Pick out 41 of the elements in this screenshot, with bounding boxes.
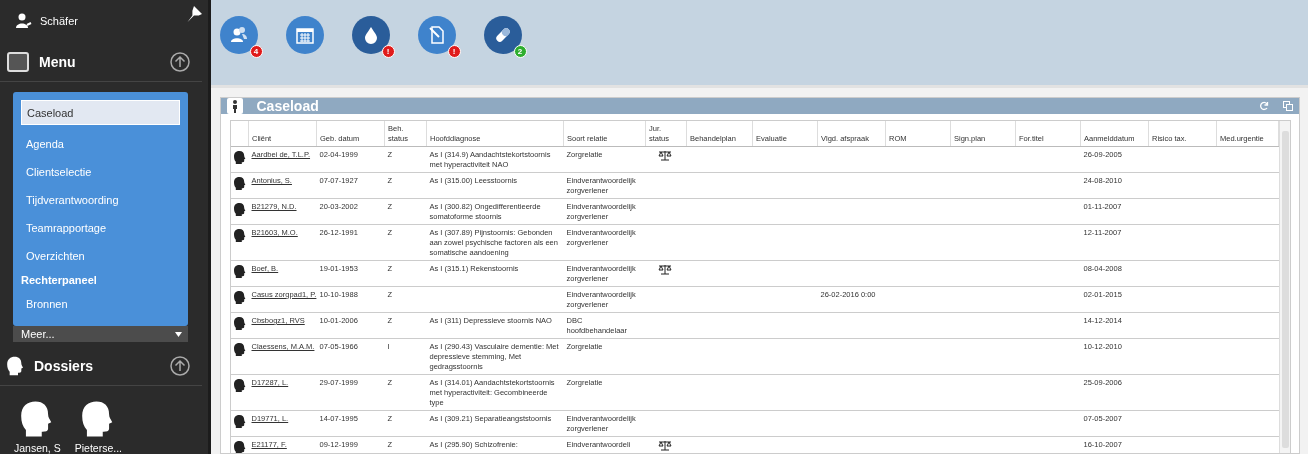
person-silhouette-icon bbox=[233, 264, 246, 279]
collapse-up-icon[interactable] bbox=[169, 355, 190, 376]
person-silhouette-icon bbox=[233, 316, 246, 331]
count-badge: ! bbox=[381, 45, 395, 58]
window-icon[interactable] bbox=[1283, 101, 1293, 111]
toolbar-button[interactable] bbox=[285, 16, 324, 54]
dossier-name[interactable]: Pieterse... bbox=[74, 442, 122, 454]
toolbar-button[interactable] bbox=[351, 16, 390, 54]
person-silhouette-icon bbox=[233, 414, 246, 429]
count-badge: 4 bbox=[249, 45, 263, 58]
section-title: Dossiers bbox=[34, 357, 95, 374]
toolbar-button[interactable] bbox=[417, 16, 456, 54]
document-pencil-icon bbox=[426, 25, 447, 45]
section-title: Menu bbox=[39, 53, 77, 70]
person-silhouette-icon bbox=[233, 150, 246, 165]
count-badge: 2 bbox=[513, 45, 527, 58]
book-icon bbox=[7, 51, 29, 72]
menu-item[interactable]: Caseload bbox=[21, 100, 180, 125]
calendar-icon bbox=[294, 25, 315, 45]
refresh-icon[interactable] bbox=[1259, 101, 1269, 111]
user-icon bbox=[16, 13, 32, 30]
person-silhouette-icon bbox=[233, 440, 246, 453]
person-silhouette-icon bbox=[233, 228, 246, 243]
count-badge: ! bbox=[447, 45, 461, 58]
person-silhouette-icon bbox=[233, 202, 246, 217]
toolbar-button[interactable] bbox=[483, 16, 522, 54]
person-silhouette-icon bbox=[233, 176, 246, 191]
more-dropdown[interactable]: Meer... bbox=[13, 326, 188, 343]
person-silhouette-icon bbox=[233, 342, 246, 357]
person-silhouette-icon bbox=[233, 290, 246, 305]
user-name: Schäfer bbox=[40, 15, 78, 28]
dossier-name[interactable]: Jansen, S bbox=[14, 442, 61, 454]
caret-icon bbox=[174, 331, 182, 337]
people-icon bbox=[228, 25, 249, 45]
person-silhouette-icon bbox=[7, 355, 24, 376]
panel-title: Caseload bbox=[256, 98, 320, 114]
collapse-up-icon[interactable] bbox=[169, 51, 190, 72]
scrollbar[interactable] bbox=[1279, 121, 1290, 453]
person-silhouette-icon bbox=[233, 378, 246, 393]
menu-section-header: Rechterpaneel bbox=[21, 273, 98, 288]
toolbar-button[interactable] bbox=[219, 16, 258, 54]
